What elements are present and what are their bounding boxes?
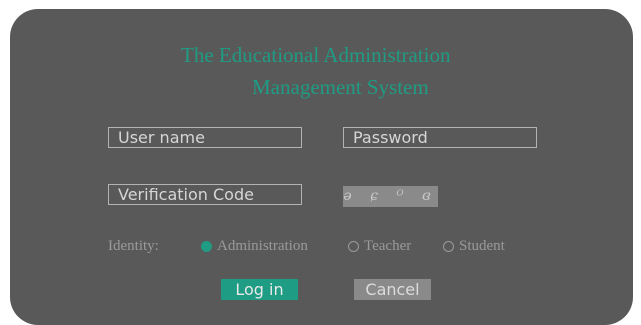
username-input[interactable] bbox=[108, 127, 302, 148]
radio-unselected-icon[interactable] bbox=[348, 241, 359, 252]
login-button[interactable]: Log in bbox=[221, 279, 298, 300]
radio-selected-icon[interactable] bbox=[201, 241, 212, 252]
radio-student-label: Student bbox=[459, 238, 505, 254]
radio-teacher-label: Teacher bbox=[364, 238, 412, 254]
password-input[interactable] bbox=[343, 127, 537, 148]
cancel-button[interactable]: Cancel bbox=[354, 279, 431, 300]
radio-teacher[interactable]: Teacher bbox=[348, 238, 411, 255]
radio-administration-label: Administration bbox=[217, 238, 308, 254]
system-title-line1: The Educational Administration bbox=[181, 43, 451, 67]
identity-label: Identity: bbox=[108, 238, 159, 254]
radio-student[interactable]: Student bbox=[443, 238, 505, 255]
system-title-line2: Management System bbox=[252, 75, 429, 99]
radio-administration[interactable]: Administration bbox=[201, 238, 308, 255]
radio-unselected-icon[interactable] bbox=[443, 241, 454, 252]
verification-code-input[interactable] bbox=[108, 184, 302, 205]
captcha-image[interactable]: ə ɕ ᴼ ɞ bbox=[343, 186, 438, 207]
